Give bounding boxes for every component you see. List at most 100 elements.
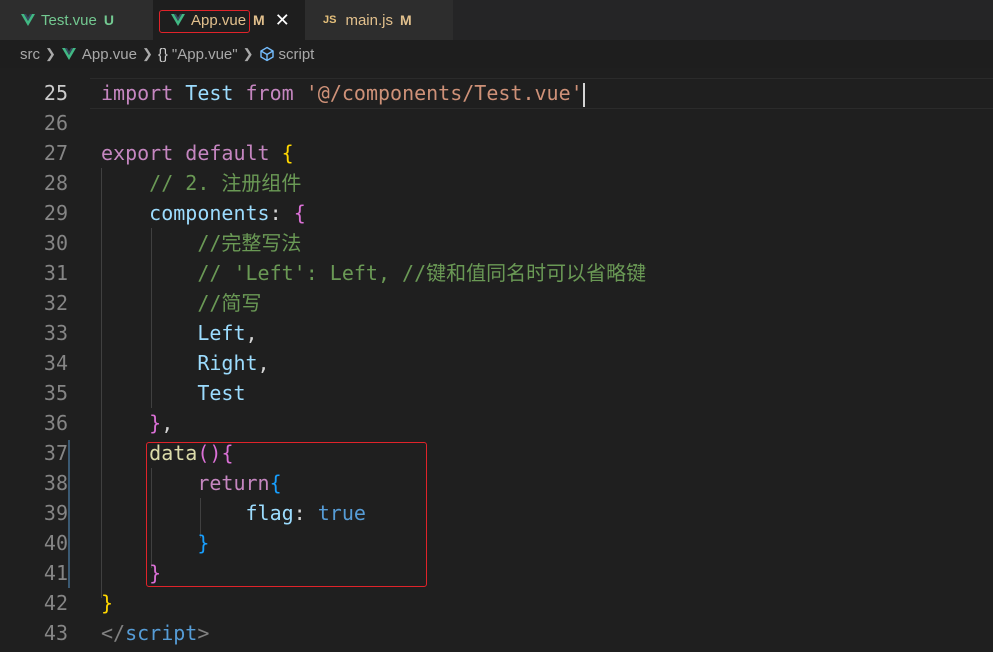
code-token: //完整写法 bbox=[101, 231, 302, 255]
line-number: 40 bbox=[43, 531, 68, 555]
breadcrumb-file[interactable]: App.vue bbox=[82, 46, 137, 63]
code-line[interactable]: 30 //完整写法 bbox=[0, 228, 993, 258]
breadcrumb-folder[interactable]: src bbox=[20, 46, 40, 63]
object-braces-icon: {} bbox=[157, 45, 168, 63]
close-icon[interactable]: ✕ bbox=[275, 11, 290, 29]
code-text: components: { bbox=[101, 198, 306, 228]
line-number: 43 bbox=[43, 621, 68, 645]
git-status-badge: M bbox=[253, 12, 265, 28]
code-line[interactable]: 33 Left, bbox=[0, 318, 993, 348]
line-number: 37 bbox=[43, 441, 68, 465]
line-number: 39 bbox=[43, 501, 68, 525]
code-text: }, bbox=[101, 408, 173, 438]
vscode-editor-window: Test.vue U App.vue M ✕ JS main.js M src … bbox=[0, 0, 993, 652]
line-number: 34 bbox=[43, 351, 68, 375]
code-line[interactable]: 35 Test bbox=[0, 378, 993, 408]
code-line[interactable]: 28 // 2. 注册组件 bbox=[0, 168, 993, 198]
tab-test-vue[interactable]: Test.vue U bbox=[0, 0, 153, 40]
code-token: Test bbox=[185, 81, 234, 105]
breadcrumb: src ❯ App.vue ❯ {} "App.vue" ❯ script bbox=[0, 40, 993, 68]
tab-label: main.js bbox=[345, 11, 393, 29]
code-line[interactable]: 29 components: { bbox=[0, 198, 993, 228]
code-token: // 'Left': Left, //键和值同名时可以省略键 bbox=[101, 261, 647, 285]
code-token: // 2. 注册组件 bbox=[101, 171, 302, 195]
code-text: //完整写法 bbox=[101, 228, 301, 258]
text-cursor bbox=[582, 82, 585, 107]
code-line[interactable]: 42} bbox=[0, 588, 993, 618]
code-token: Right bbox=[197, 351, 258, 375]
code-line[interactable]: 31 // 'Left': Left, //键和值同名时可以省略键 bbox=[0, 258, 993, 288]
line-number: 25 bbox=[43, 81, 68, 105]
code-token: { bbox=[281, 141, 294, 165]
code-token: //简写 bbox=[101, 291, 262, 315]
code-text: Right, bbox=[101, 348, 270, 378]
code-token: </ bbox=[101, 621, 126, 645]
code-token: > bbox=[197, 621, 210, 645]
line-number: 27 bbox=[43, 141, 68, 165]
code-token: , bbox=[245, 321, 258, 345]
code-token: } bbox=[101, 591, 114, 615]
code-token: components bbox=[149, 201, 270, 225]
line-number: 42 bbox=[43, 591, 68, 615]
tab-main-js[interactable]: JS main.js M bbox=[305, 0, 453, 40]
editor-tab-bar: Test.vue U App.vue M ✕ JS main.js M bbox=[0, 0, 993, 40]
code-token: export bbox=[101, 141, 174, 165]
code-line[interactable]: 32 //简写 bbox=[0, 288, 993, 318]
code-token: script bbox=[125, 621, 198, 645]
code-editor[interactable]: 25 import Test from '@/components/Test.vu… bbox=[0, 68, 993, 652]
line-number: 38 bbox=[43, 471, 68, 495]
code-text: // 2. 注册组件 bbox=[101, 168, 301, 198]
chevron-right-icon: ❯ bbox=[141, 46, 153, 61]
code-token: : bbox=[269, 201, 294, 225]
vue-file-icon bbox=[21, 14, 35, 26]
code-token: default bbox=[185, 141, 270, 165]
code-text: export default { bbox=[101, 138, 294, 168]
annotation-highlight-box bbox=[146, 442, 427, 587]
code-token: Test bbox=[197, 381, 246, 405]
code-line[interactable]: 25 import Test from '@/components/Test.vu… bbox=[0, 78, 993, 108]
code-token: , bbox=[257, 351, 270, 375]
line-number: 26 bbox=[43, 111, 68, 135]
annotation-highlight-box bbox=[159, 10, 250, 33]
breadcrumb-object[interactable]: "App.vue" bbox=[172, 46, 238, 63]
vue-file-icon bbox=[61, 48, 76, 60]
line-number: 30 bbox=[43, 231, 68, 255]
code-token: '@/components/Test.vue' bbox=[305, 81, 583, 105]
code-text: Test bbox=[101, 378, 246, 408]
code-line[interactable]: 36 }, bbox=[0, 408, 993, 438]
code-text: </script> bbox=[101, 618, 209, 648]
code-text: Left, bbox=[101, 318, 258, 348]
code-token: from bbox=[245, 81, 294, 105]
chevron-right-icon: ❯ bbox=[242, 46, 254, 61]
breadcrumb-symbol[interactable]: script bbox=[279, 46, 315, 63]
symbol-cube-icon bbox=[259, 46, 274, 62]
line-number: 35 bbox=[43, 381, 68, 405]
code-line[interactable]: 27 export default { bbox=[0, 138, 993, 168]
line-number: 33 bbox=[43, 321, 68, 345]
git-status-badge: M bbox=[399, 12, 412, 28]
git-status-badge: U bbox=[103, 12, 114, 28]
line-number: 28 bbox=[43, 171, 68, 195]
code-token: , bbox=[161, 411, 174, 435]
code-line[interactable]: 43 </script> bbox=[0, 618, 993, 648]
code-line[interactable]: 26 bbox=[0, 108, 993, 138]
code-line[interactable]: 34 Right, bbox=[0, 348, 993, 378]
chevron-right-icon: ❯ bbox=[45, 46, 56, 61]
code-text: // 'Left': Left, //键和值同名时可以省略键 bbox=[101, 258, 646, 288]
code-token: } bbox=[149, 411, 162, 435]
code-token: import bbox=[101, 81, 174, 105]
line-number: 32 bbox=[43, 291, 68, 315]
code-token: Left bbox=[197, 321, 246, 345]
line-number: 36 bbox=[43, 411, 68, 435]
code-token: { bbox=[293, 201, 306, 225]
